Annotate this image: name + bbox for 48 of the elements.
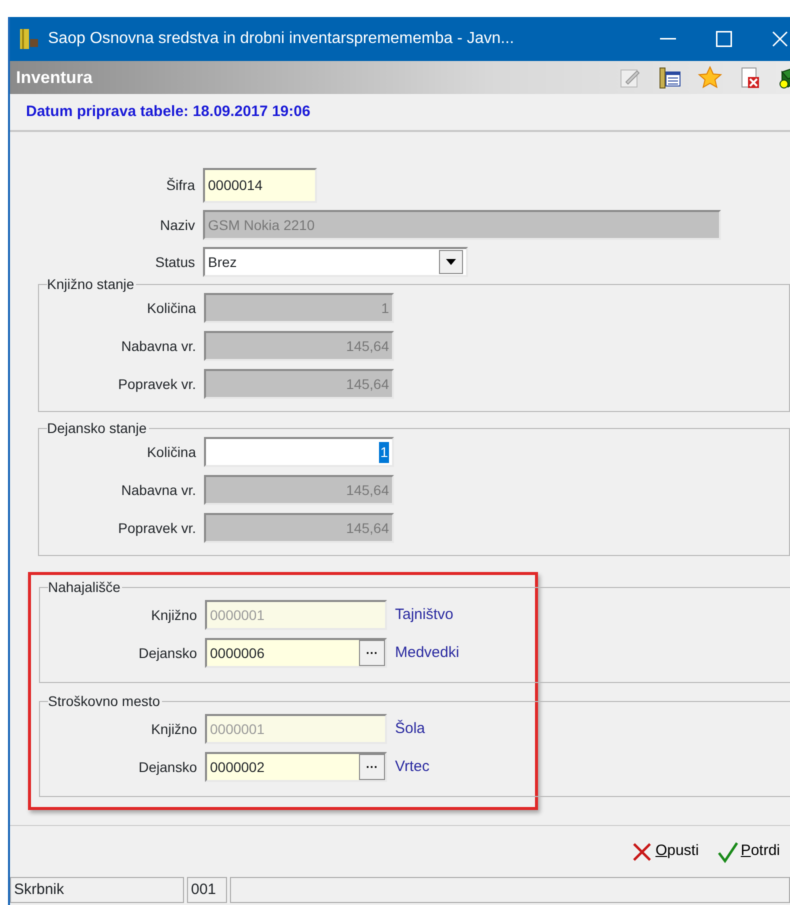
field-label: Status (154, 252, 195, 272)
window-title: Saop Osnovna sredstva in drobni inventarspremememba - Javn... (48, 29, 514, 49)
cancel-button[interactable]: Opusti (631, 840, 699, 863)
code-description: Medvedki (395, 642, 460, 663)
checkmark-icon (716, 840, 739, 862)
status-dropdown[interactable]: Brez (203, 247, 468, 277)
field-label: Naziv (158, 216, 195, 234)
amount-field: 145,64 (204, 513, 394, 543)
field-label: Popravek vr. (117, 518, 196, 538)
field-label: Dejansko (138, 644, 197, 663)
app-icon (18, 28, 40, 50)
code-field[interactable]: 0000002 ··· (205, 752, 387, 782)
close-icon (772, 31, 788, 47)
code-field[interactable]: 0000014 (203, 168, 317, 203)
dropdown-arrow-icon (446, 259, 456, 265)
lookup-button[interactable]: ··· (359, 640, 385, 666)
status-text: Skrbnik (10, 877, 184, 903)
amount-field: 145,64 (204, 331, 394, 361)
code-field: 0000001 (205, 714, 387, 744)
field-label: Šifra (165, 176, 195, 195)
x-icon (631, 840, 654, 862)
amount-field: 145,64 (204, 369, 394, 399)
maximize-icon (716, 31, 732, 47)
code-description: Šola (395, 718, 426, 739)
form-title: Inventura (16, 66, 93, 89)
amount-field: 1 (204, 293, 394, 323)
name-field: GSM Nokia 2210 (203, 210, 721, 240)
code-field[interactable]: 0000006 ··· (205, 638, 387, 668)
field-label: Nabavna vr. (120, 336, 196, 356)
code-field: 0000001 (205, 600, 387, 630)
minimize-icon (660, 38, 676, 40)
star-icon[interactable] (698, 66, 722, 90)
field-label: Knjižno (150, 606, 197, 625)
field-label: Popravek vr. (117, 374, 196, 394)
field-label: Dejansko (138, 758, 197, 777)
column-list-icon[interactable] (658, 66, 682, 90)
field-label: Količina (146, 298, 196, 318)
field-label: Nabavna vr. (120, 480, 196, 500)
code-description: Vrtec (395, 756, 430, 777)
amount-field: 145,64 (204, 475, 394, 505)
date-line: Datum priprava tabele: 18.09.2017 19:06 (10, 94, 790, 132)
field-label: Količina (146, 442, 196, 462)
field-label: Knjižno (150, 720, 197, 739)
confirm-button[interactable]: Potrdi (716, 840, 780, 863)
code-description: Tajništvo (395, 604, 454, 625)
status-text: 001 (187, 877, 227, 903)
lookup-button[interactable]: ··· (359, 754, 385, 780)
amount-field[interactable]: 1 (204, 437, 394, 467)
